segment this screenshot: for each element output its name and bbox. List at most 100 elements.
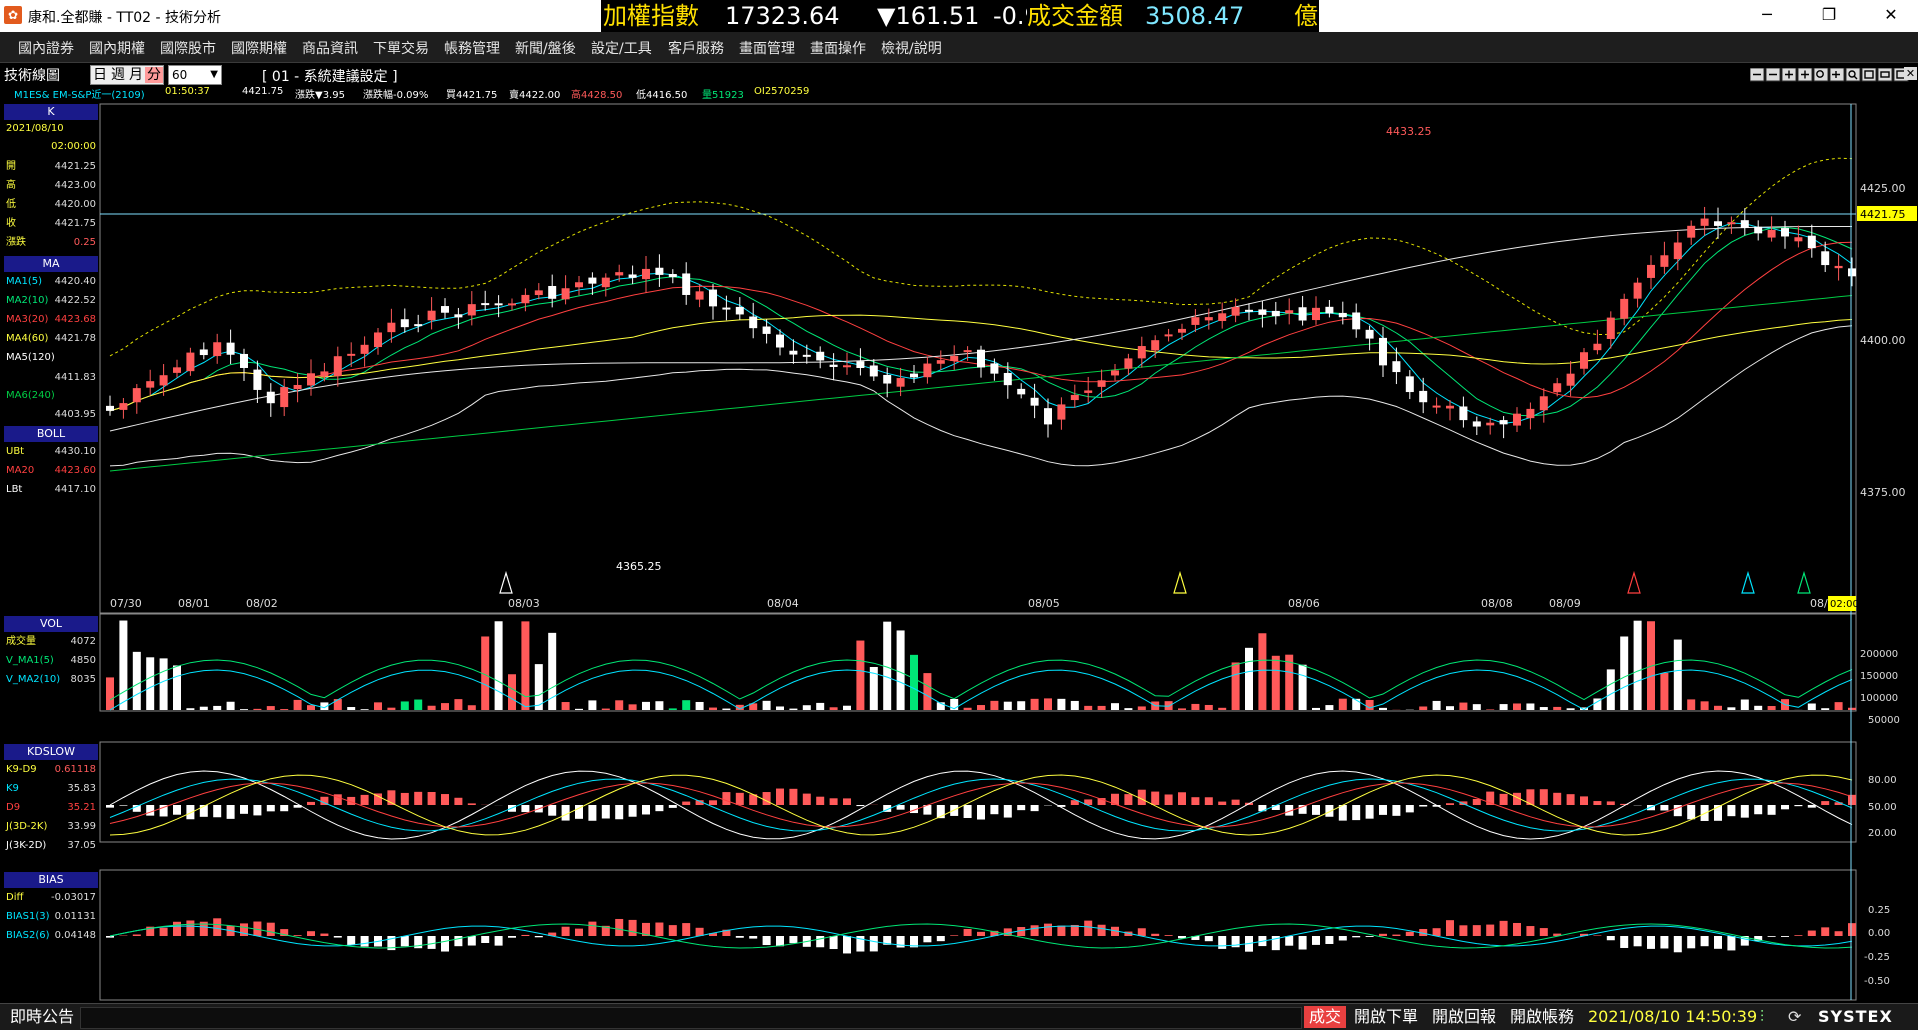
volume-bar (1768, 706, 1776, 710)
candle-body (186, 353, 194, 372)
candle-body (803, 355, 811, 357)
maximize-button[interactable]: ❐ (1806, 0, 1852, 32)
volume-bar (227, 702, 235, 710)
refresh-icon[interactable]: ⟳ (1788, 1004, 1801, 1030)
volume-bar (1017, 701, 1025, 710)
volume-bar (1098, 706, 1106, 710)
period-day[interactable]: 日 (91, 67, 109, 83)
candle-body (588, 278, 596, 284)
bias-bar (1781, 936, 1789, 937)
kd-histogram-bar (1540, 789, 1548, 805)
menu-global-stocks[interactable]: 國際股市 (160, 38, 216, 58)
volume-bar (294, 700, 302, 710)
volume-bar (280, 709, 288, 710)
volume-bar (428, 706, 436, 710)
kd-histogram-bar (897, 805, 905, 810)
bias-bar (320, 934, 328, 936)
kd-histogram-bar (1004, 805, 1012, 818)
kd-histogram-bar (1232, 800, 1240, 805)
menu-screen-ops[interactable]: 畫面操作 (810, 38, 866, 58)
period-month[interactable]: 月 (127, 67, 145, 83)
menu-service[interactable]: 客戶服務 (668, 38, 724, 58)
kd-histogram-bar (682, 802, 690, 805)
candle-body (1459, 406, 1467, 420)
kd-histogram-bar (1580, 796, 1588, 805)
chart-frames (100, 104, 1856, 1000)
bias-bar (294, 935, 302, 936)
volume-bar (186, 708, 194, 710)
kd-histogram-bar (1794, 805, 1802, 806)
open-report-button[interactable]: 開啟回報 (1432, 1004, 1496, 1030)
chart-canvas[interactable]: 4425.00 4400.00 4375.00 4421.75 4433.25 … (0, 101, 1918, 1003)
bias-bar (1165, 935, 1173, 936)
kd-histogram-bar (253, 805, 261, 815)
candle-body (1392, 361, 1400, 372)
zoom-in-icon[interactable] (1814, 68, 1828, 81)
menu-screen-manage[interactable]: 畫面管理 (739, 38, 795, 58)
close-button[interactable]: ✕ (1868, 0, 1914, 32)
volume-bar (1084, 706, 1092, 710)
period-week[interactable]: 週 (109, 67, 127, 83)
volume-bar (977, 705, 985, 710)
chart-tool-icons (1750, 67, 1916, 86)
close-icon[interactable]: ✕ (1904, 67, 1917, 80)
volume-bar (1299, 665, 1307, 710)
candle-body (1339, 313, 1347, 317)
notice-button[interactable]: 即時公告 (10, 1004, 74, 1030)
open-account-button[interactable]: 開啟帳務 (1510, 1004, 1574, 1030)
minimize-button[interactable]: ─ (1744, 0, 1790, 32)
signal-markers (500, 573, 1810, 593)
period-minute[interactable]: 分 (145, 67, 163, 83)
setting-label[interactable]: [ 01 - 系統建議設定 ] (262, 66, 398, 86)
menu-settings[interactable]: 設定/工具 (591, 38, 652, 58)
candle-body (1312, 308, 1320, 320)
candle-body (562, 288, 570, 299)
menu-view-help[interactable]: 檢視/說明 (881, 38, 942, 58)
candle-body (682, 273, 690, 295)
candlesticks[interactable] (106, 207, 1856, 438)
candle-body (843, 365, 851, 367)
kd-histogram-bar (843, 798, 851, 805)
candle-body (548, 286, 556, 299)
print-icon[interactable] (1878, 68, 1892, 81)
candle-body (454, 314, 462, 317)
volume-bars (106, 621, 1856, 710)
bias-bar (468, 936, 476, 946)
menu-quotes[interactable]: 商品資訊 (302, 38, 358, 58)
trade-tab[interactable]: 成交 (1304, 1006, 1346, 1028)
menu-domestic-securities[interactable]: 國內證券 (18, 38, 74, 58)
candle-body (1580, 352, 1588, 369)
candle-body (1727, 222, 1735, 224)
save-icon[interactable] (1862, 68, 1876, 81)
kd-histogram-bar (1660, 805, 1668, 810)
signal-arrow-icon (1174, 573, 1186, 593)
menu-news[interactable]: 新聞/盤後 (515, 38, 576, 58)
bias-bar (870, 936, 878, 951)
interval-select[interactable]: 60 ▼ (168, 65, 222, 85)
volume-bar (1071, 701, 1079, 710)
volume-bar (1419, 706, 1427, 710)
open-order-button[interactable]: 開啟下單 (1354, 1004, 1418, 1030)
candle-body (910, 374, 918, 378)
candle-body (1084, 390, 1092, 392)
candle-body (897, 378, 905, 387)
kd-histogram-bar (1768, 805, 1776, 815)
menu-global-futures[interactable]: 國際期權 (231, 38, 287, 58)
volume-bar (468, 705, 476, 710)
bias-bar (1768, 936, 1776, 937)
bias-bar (441, 936, 449, 952)
bias-bar (1714, 936, 1722, 949)
legend-bid: 買4421.75 (446, 86, 497, 101)
candle-body (1660, 255, 1668, 267)
volume-bar (856, 641, 864, 710)
bias-bar (1526, 926, 1534, 936)
volume-bar (548, 633, 556, 710)
menu-domestic-futures[interactable]: 國內期權 (89, 38, 145, 58)
candle-body (1540, 396, 1548, 410)
menu-accounts[interactable]: 帳務管理 (444, 38, 500, 58)
volume-bar (776, 706, 784, 710)
candle-body (1071, 395, 1079, 400)
bias-bar (1325, 936, 1333, 944)
search-icon[interactable] (1846, 68, 1860, 81)
menu-trading[interactable]: 下單交易 (373, 38, 429, 58)
